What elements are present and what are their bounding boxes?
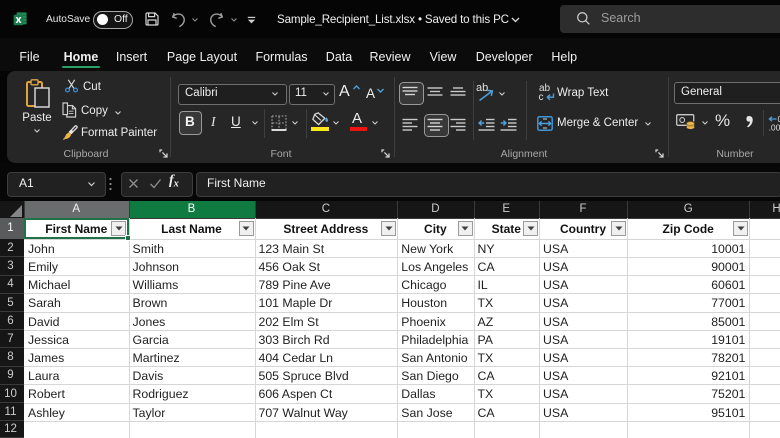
svg-text:.00: .00 xyxy=(769,123,780,132)
